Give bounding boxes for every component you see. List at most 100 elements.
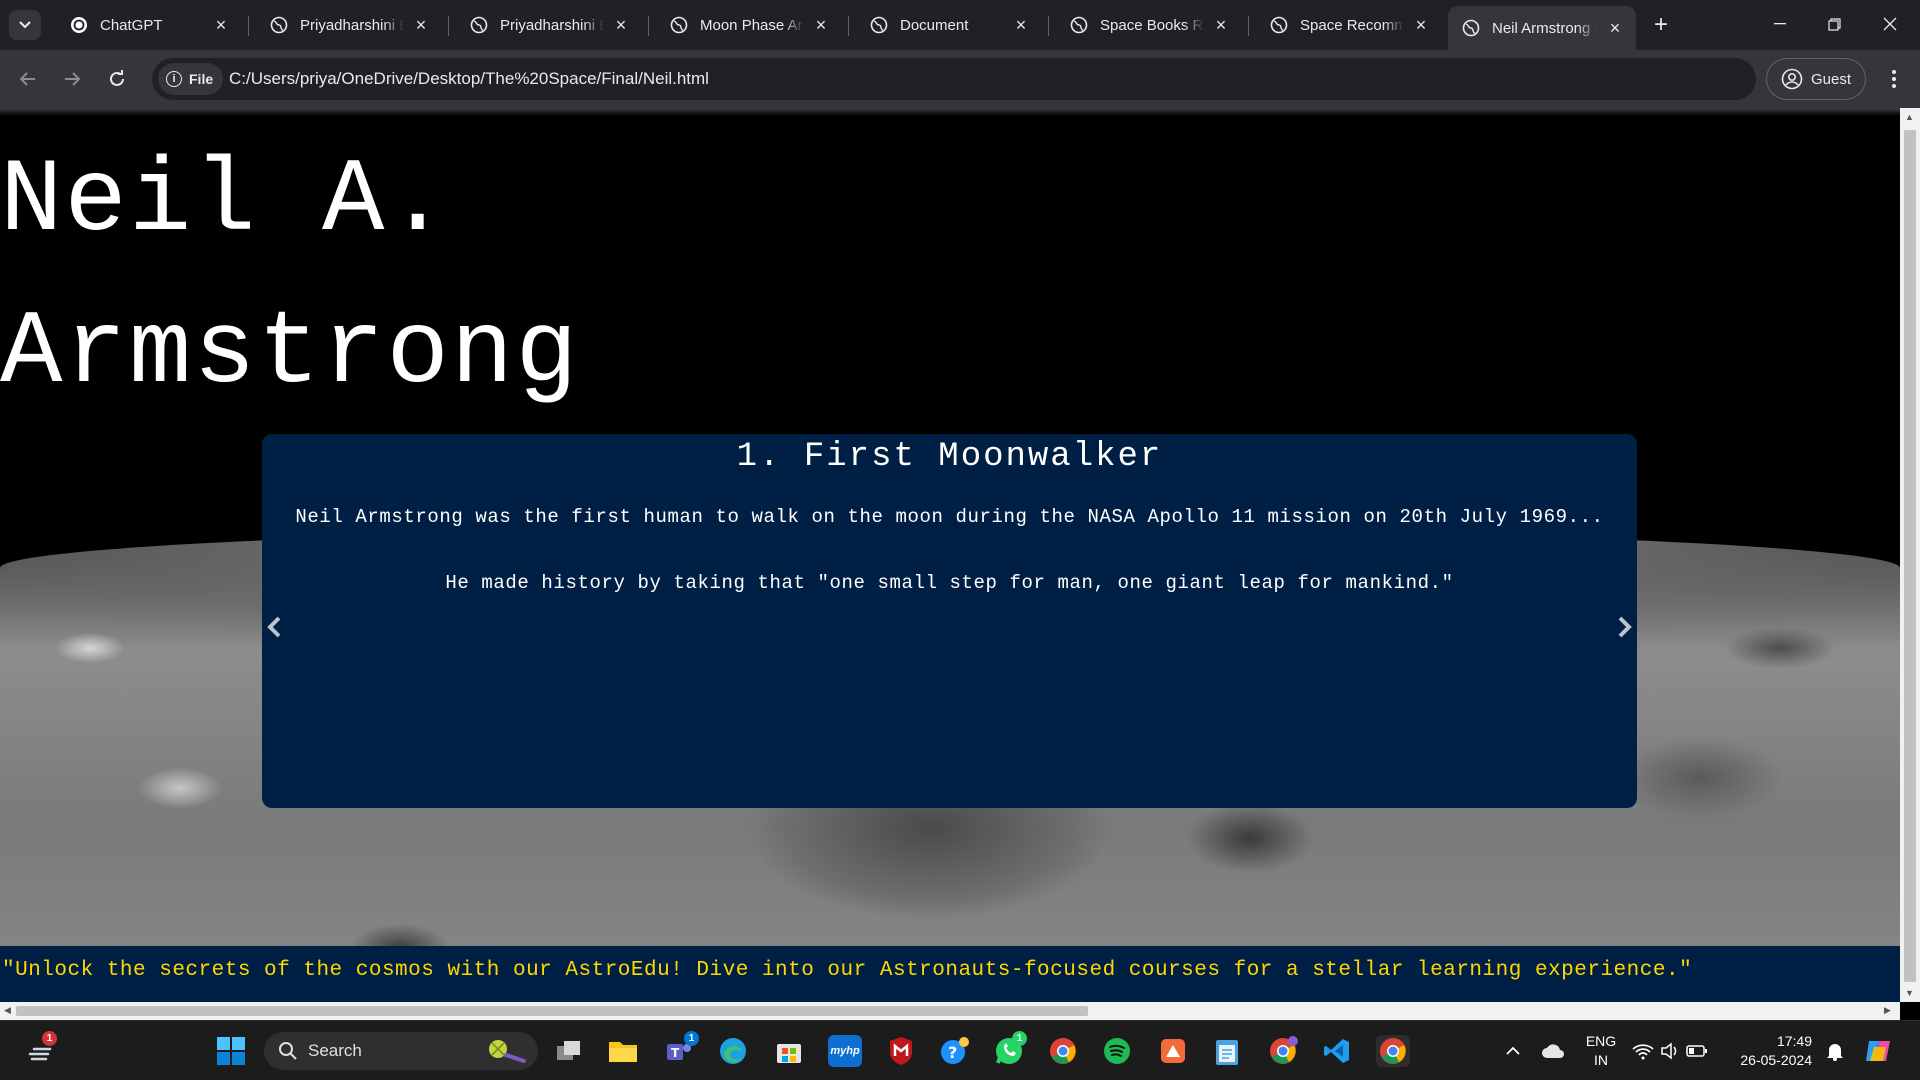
teams-button[interactable]: T 1	[662, 1031, 699, 1067]
tab-separator	[248, 16, 249, 36]
tab-space-recommendations[interactable]: Space Recomme ×	[1256, 8, 1442, 42]
notification-badge: 1	[42, 1031, 57, 1046]
whatsapp-button[interactable]: 1	[992, 1031, 1027, 1067]
profile-button[interactable]: Guest	[1766, 58, 1866, 100]
chrome-profile-button[interactable]	[1046, 1035, 1080, 1067]
info-icon: i	[166, 71, 182, 87]
app-orange-button[interactable]	[1156, 1035, 1190, 1067]
vscode-button[interactable]	[1320, 1035, 1354, 1067]
quick-settings-button[interactable]	[1630, 1035, 1710, 1067]
close-icon[interactable]: ×	[1212, 16, 1230, 34]
get-help-button[interactable]: ?	[938, 1035, 972, 1067]
close-icon[interactable]: ×	[1012, 16, 1030, 34]
browser-toolbar: i File C:/Users/priya/OneDrive/Desktop/T…	[0, 50, 1920, 108]
time-text: 17:49	[1776, 1033, 1812, 1049]
next-slide-button[interactable]	[1615, 612, 1635, 642]
show-hidden-icons-button[interactable]	[1496, 1035, 1530, 1067]
edge-button[interactable]	[716, 1035, 750, 1067]
taskbar-search[interactable]: Search	[264, 1032, 538, 1070]
scroll-left-icon[interactable]: ◀	[4, 1005, 11, 1016]
site-info-chip[interactable]: i File	[158, 63, 224, 95]
minimize-icon	[1774, 23, 1786, 25]
close-icon[interactable]: ×	[812, 16, 830, 34]
reload-icon	[110, 70, 124, 86]
language-indicator[interactable]: ENG IN	[1580, 1032, 1622, 1070]
close-icon[interactable]: ×	[212, 16, 230, 34]
task-view-button[interactable]	[552, 1035, 586, 1067]
address-bar[interactable]: i File C:/Users/priya/OneDrive/Desktop/T…	[152, 58, 1756, 100]
help-icon: ?	[941, 1037, 969, 1064]
horizontal-scrollbar[interactable]: ◀ ▶	[0, 1002, 1900, 1020]
close-icon[interactable]: ×	[412, 16, 430, 34]
close-window-button[interactable]	[1862, 6, 1918, 42]
mcafee-button[interactable]	[884, 1035, 918, 1067]
notifications-button[interactable]	[1818, 1035, 1852, 1067]
tab-document[interactable]: Document ×	[856, 8, 1042, 42]
hp-support-button[interactable]: myhp	[828, 1035, 862, 1067]
tab-strip: ChatGPT × Priyadharshini B × Priyadharsh…	[0, 0, 1920, 50]
cloud-icon	[1542, 1044, 1564, 1058]
chrome-active-button[interactable]	[1376, 1035, 1410, 1067]
chrome-menu-button[interactable]	[1880, 65, 1908, 93]
tab-neil-armstrong[interactable]: Neil Armstrong - ×	[1448, 6, 1636, 50]
tab-label: Neil Armstrong -	[1492, 19, 1598, 37]
onedrive-button[interactable]	[1536, 1035, 1570, 1067]
plus-icon: +	[1653, 11, 1668, 38]
chrome-icon	[1380, 1038, 1406, 1064]
file-explorer-button[interactable]	[606, 1035, 640, 1067]
widgets-button[interactable]: 1	[24, 1031, 58, 1067]
reload-button[interactable]	[101, 63, 133, 95]
scheme-label: File	[189, 71, 214, 87]
previous-slide-button[interactable]	[264, 612, 284, 642]
search-icon	[279, 1042, 297, 1060]
horizontal-scroll-thumb[interactable]	[16, 1006, 1088, 1016]
title-line-1: Neil A.	[0, 143, 451, 261]
date-text: 26-05-2024	[1740, 1052, 1812, 1068]
spotify-button[interactable]	[1100, 1035, 1134, 1067]
tab-label: Space Recomme	[1300, 16, 1404, 34]
minimize-button[interactable]	[1752, 6, 1808, 42]
page-top-shadow	[0, 108, 1900, 116]
close-icon[interactable]: ×	[612, 16, 630, 34]
start-button[interactable]	[214, 1035, 248, 1067]
tab-space-books[interactable]: Space Books Rec ×	[1056, 8, 1242, 42]
back-button[interactable]	[12, 63, 44, 95]
tab-label: Priyadharshini B	[500, 16, 604, 34]
chevron-left-icon	[267, 616, 281, 638]
slide-heading: 1. First Moonwalker	[736, 438, 1163, 476]
title-line-2: Armstrong	[0, 295, 580, 413]
chrome-profile-2-button[interactable]	[1266, 1035, 1300, 1067]
scroll-up-icon[interactable]: ▲	[1905, 112, 1914, 122]
chrome-icon	[1270, 1036, 1298, 1064]
notepad-button[interactable]	[1210, 1035, 1244, 1067]
restore-button[interactable]	[1806, 6, 1862, 42]
chevron-down-icon	[19, 21, 31, 29]
svg-text:T: T	[671, 1046, 680, 1060]
scroll-right-icon[interactable]: ▶	[1884, 1005, 1891, 1016]
microsoft-store-button[interactable]	[772, 1035, 806, 1067]
tab-priyadharshini-2[interactable]: Priyadharshini B ×	[456, 8, 642, 42]
copilot-button[interactable]	[1862, 1035, 1896, 1067]
profile-label: Guest	[1810, 70, 1852, 88]
task-view-icon	[557, 1041, 580, 1060]
tab-chatgpt[interactable]: ChatGPT ×	[56, 8, 242, 42]
close-icon[interactable]: ×	[1412, 16, 1430, 34]
tab-moon-phase-art[interactable]: Moon Phase Art ×	[656, 8, 842, 42]
search-label: Search	[308, 1041, 362, 1060]
scroll-down-icon[interactable]: ▼	[1905, 988, 1914, 998]
tab-separator	[848, 16, 849, 36]
vertical-scroll-thumb[interactable]	[1904, 130, 1916, 982]
clock[interactable]: 17:49 26-05-2024	[1722, 1032, 1812, 1070]
tab-priyadharshini-1[interactable]: Priyadharshini B ×	[256, 8, 442, 42]
windows-logo-icon	[217, 1037, 245, 1065]
close-icon[interactable]: ×	[1606, 19, 1624, 37]
vscode-icon	[1324, 1039, 1349, 1063]
myhp-icon: myhp	[830, 1045, 860, 1057]
new-tab-button[interactable]: +	[1648, 11, 1674, 38]
tab-search-button[interactable]	[9, 10, 41, 40]
edge-icon	[720, 1038, 746, 1064]
url-text[interactable]: C:/Users/priya/OneDrive/Desktop/The%20Sp…	[229, 69, 709, 89]
volume-icon	[1661, 1042, 1677, 1060]
vertical-scrollbar[interactable]: ▲ ▼	[1900, 108, 1920, 1002]
forward-button[interactable]	[56, 63, 88, 95]
